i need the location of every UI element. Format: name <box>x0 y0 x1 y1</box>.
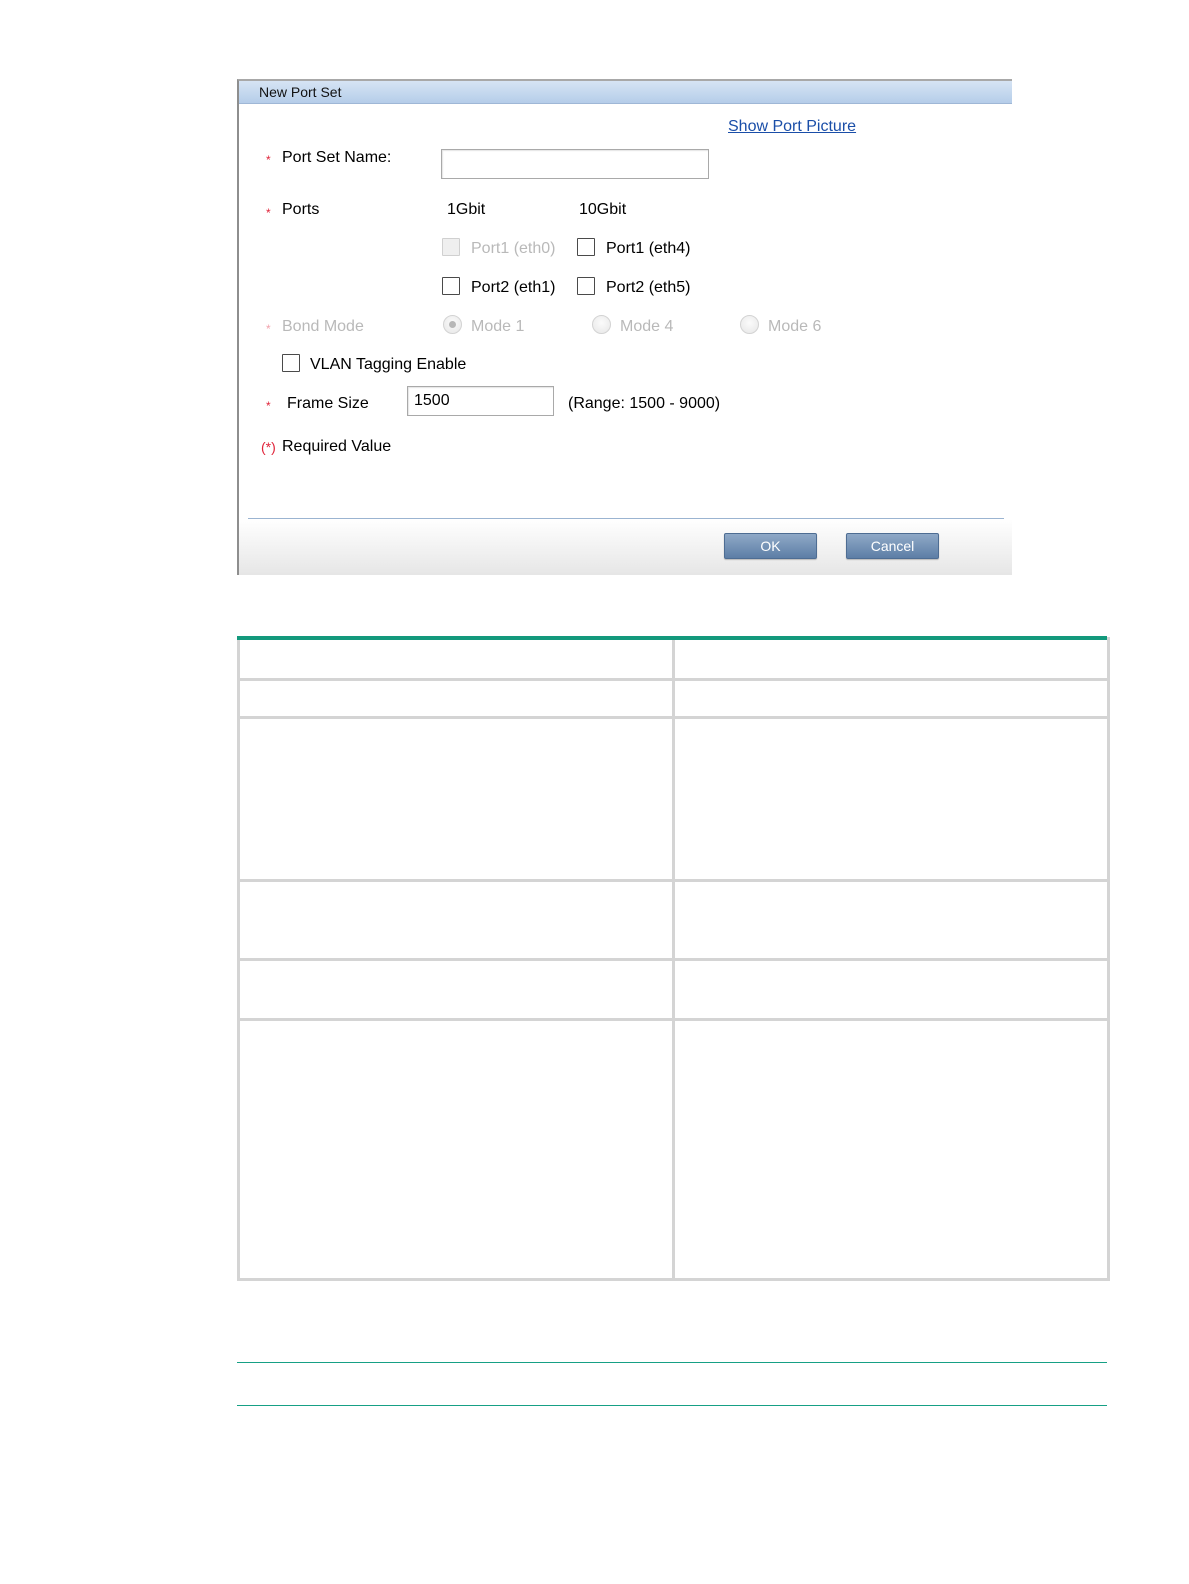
table-cell <box>672 1018 1110 1281</box>
port-set-name-label: Port Set Name: <box>282 149 392 166</box>
table-row <box>237 716 1110 882</box>
table-cell <box>237 716 675 882</box>
cancel-button[interactable]: Cancel <box>846 533 939 559</box>
vlan-tagging-label: VLAN Tagging Enable <box>310 356 467 373</box>
table-row <box>237 879 1110 961</box>
required-note: Required Value <box>282 438 392 455</box>
column-header-1gbit: 1Gbit <box>447 201 486 218</box>
table-cell <box>672 637 1110 681</box>
required-marker: * <box>266 322 271 336</box>
table-row <box>237 678 1110 719</box>
bond-mode-label: Bond Mode <box>282 318 364 335</box>
required-marker: * <box>266 153 271 167</box>
required-marker: * <box>266 206 271 220</box>
mode1-radio <box>443 315 462 334</box>
green-divider-top <box>237 1362 1107 1363</box>
port1-eth0-checkbox <box>442 238 460 256</box>
port2-eth1-checkbox[interactable] <box>442 277 460 295</box>
table-cell <box>672 716 1110 882</box>
table-cell <box>237 958 675 1021</box>
green-divider-bottom <box>237 1405 1107 1406</box>
table-cell <box>237 879 675 961</box>
mode4-radio <box>592 315 611 334</box>
port2-eth1-label: Port2 (eth1) <box>471 279 556 296</box>
new-port-set-dialog: New Port Set Show Port Picture * Port Se… <box>237 79 1012 575</box>
table-row <box>237 1018 1110 1281</box>
frame-size-input[interactable] <box>407 386 554 416</box>
dialog-title-bar: New Port Set <box>239 81 1012 104</box>
mode4-label: Mode 4 <box>620 318 674 335</box>
table-cell <box>672 678 1110 719</box>
dialog-title: New Port Set <box>259 84 342 100</box>
frame-size-label: Frame Size <box>287 395 369 412</box>
table-cell <box>237 678 675 719</box>
required-marker: * <box>266 399 271 413</box>
ports-label: Ports <box>282 201 320 218</box>
port2-eth5-label: Port2 (eth5) <box>606 279 691 296</box>
mode6-radio <box>740 315 759 334</box>
table-header-rule <box>237 636 1107 640</box>
port1-eth4-checkbox[interactable] <box>577 238 595 256</box>
show-port-picture-link[interactable]: Show Port Picture <box>728 118 856 136</box>
ok-button[interactable]: OK <box>724 533 817 559</box>
mode6-label: Mode 6 <box>768 318 822 335</box>
frame-size-range: (Range: 1500 - 9000) <box>568 395 721 412</box>
description-table <box>237 637 1110 1281</box>
table-row <box>237 958 1110 1021</box>
port-set-name-input[interactable] <box>441 149 709 179</box>
column-header-10gbit: 10Gbit <box>579 201 627 218</box>
table-cell <box>672 958 1110 1021</box>
footer-divider <box>248 518 1004 519</box>
port1-eth0-label: Port1 (eth0) <box>471 240 556 257</box>
table-cell <box>237 1018 675 1281</box>
required-note-marker: (*) <box>261 439 276 455</box>
table-cell <box>237 637 675 681</box>
table-cell <box>672 879 1110 961</box>
mode1-label: Mode 1 <box>471 318 525 335</box>
port2-eth5-checkbox[interactable] <box>577 277 595 295</box>
vlan-tagging-checkbox[interactable] <box>282 354 300 372</box>
port1-eth4-label: Port1 (eth4) <box>606 240 691 257</box>
table-row <box>237 637 1110 681</box>
